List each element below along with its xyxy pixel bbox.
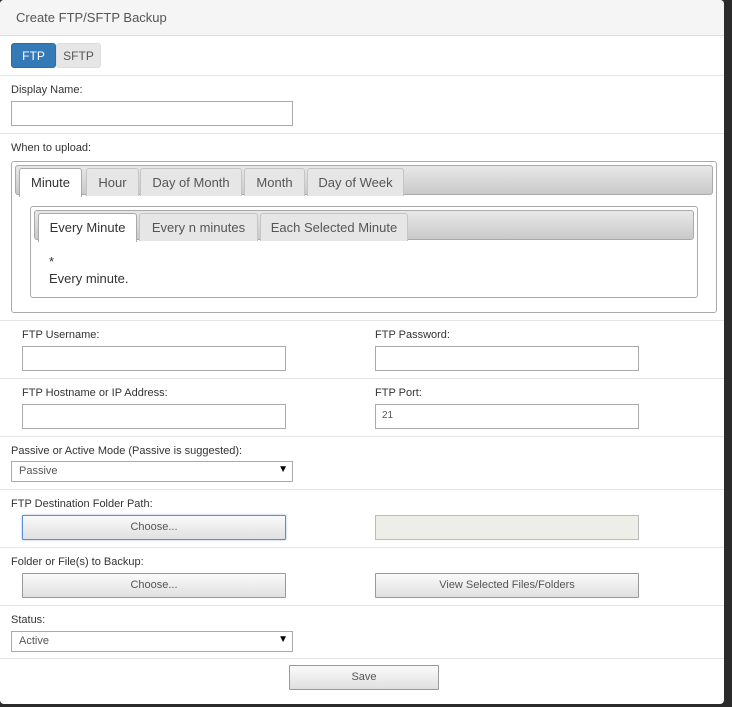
chevron-down-icon: ▼ <box>278 634 288 645</box>
hostname-input[interactable] <box>22 404 286 429</box>
status-label: Status: <box>11 614 46 626</box>
schedule-row: When to upload: Minute Hour Day of Month… <box>0 134 724 321</box>
tab-hour[interactable]: Hour <box>86 168 139 196</box>
display-name-input[interactable] <box>11 101 293 126</box>
schedule-tabs: Minute Hour Day of Month Month Day of We… <box>11 161 717 313</box>
sftp-toggle-button[interactable]: SFTP <box>56 43 101 68</box>
view-selected-button[interactable]: View Selected Files/Folders <box>375 573 639 598</box>
display-name-row: Display Name: <box>0 76 724 134</box>
display-name-label: Display Name: <box>11 84 83 96</box>
minute-options: Every Minute Every n minutes Each Select… <box>30 206 698 298</box>
username-label: FTP Username: <box>22 329 100 341</box>
source-row: Folder or File(s) to Backup: Choose... V… <box>0 548 724 606</box>
source-label: Folder or File(s) to Backup: <box>11 556 144 568</box>
save-button[interactable]: Save <box>289 665 439 690</box>
schedule-description: Every minute. <box>49 271 129 286</box>
port-label: FTP Port: <box>375 387 422 399</box>
protocol-row: FTP SFTP <box>0 36 724 76</box>
username-input[interactable] <box>22 346 286 371</box>
hostname-label: FTP Hostname or IP Address: <box>22 387 168 399</box>
password-label: FTP Password: <box>375 329 450 341</box>
ftp-toggle-button[interactable]: FTP <box>11 43 56 68</box>
schedule-label: When to upload: <box>11 142 92 154</box>
minute-options-tabbar: Every Minute Every n minutes Each Select… <box>34 210 694 242</box>
tab-minute[interactable]: Minute <box>19 168 82 197</box>
subtab-every-minute[interactable]: Every Minute <box>38 213 137 242</box>
status-select[interactable]: Active ▼ <box>11 631 293 652</box>
actions-row: Save <box>0 659 724 699</box>
host-row: FTP Hostname or IP Address: FTP Port: 21 <box>0 379 724 437</box>
subtab-every-n-minutes[interactable]: Every n minutes <box>139 213 258 241</box>
cron-expression: * <box>49 254 55 269</box>
choose-source-button[interactable]: Choose... <box>22 573 286 598</box>
status-selected-value: Active <box>19 635 49 647</box>
tab-day-of-week[interactable]: Day of Week <box>307 168 404 196</box>
schedule-summary: * Every minute. <box>49 253 128 287</box>
tab-day-of-month[interactable]: Day of Month <box>140 168 242 196</box>
password-input[interactable] <box>375 346 639 371</box>
chevron-down-icon: ▼ <box>278 464 288 475</box>
mode-label: Passive or Active Mode (Passive is sugge… <box>11 445 243 457</box>
destination-label: FTP Destination Folder Path: <box>11 498 153 510</box>
port-input[interactable]: 21 <box>375 404 639 429</box>
choose-destination-button[interactable]: Choose... <box>22 515 286 540</box>
destination-path-field <box>375 515 639 540</box>
schedule-tabbar: Minute Hour Day of Month Month Day of We… <box>15 165 713 197</box>
mode-select[interactable]: Passive ▼ <box>11 461 293 482</box>
panel-title: Create FTP/SFTP Backup <box>0 0 724 36</box>
credentials-row: FTP Username: FTP Password: <box>0 321 724 379</box>
backup-panel: Create FTP/SFTP Backup FTP SFTP Display … <box>0 0 724 704</box>
tab-month[interactable]: Month <box>244 168 305 196</box>
mode-selected-value: Passive <box>19 465 58 477</box>
destination-row: FTP Destination Folder Path: Choose... <box>0 490 724 548</box>
subtab-each-selected-minute[interactable]: Each Selected Minute <box>260 213 408 241</box>
status-row: Status: Active ▼ <box>0 606 724 659</box>
mode-row: Passive or Active Mode (Passive is sugge… <box>0 437 724 490</box>
